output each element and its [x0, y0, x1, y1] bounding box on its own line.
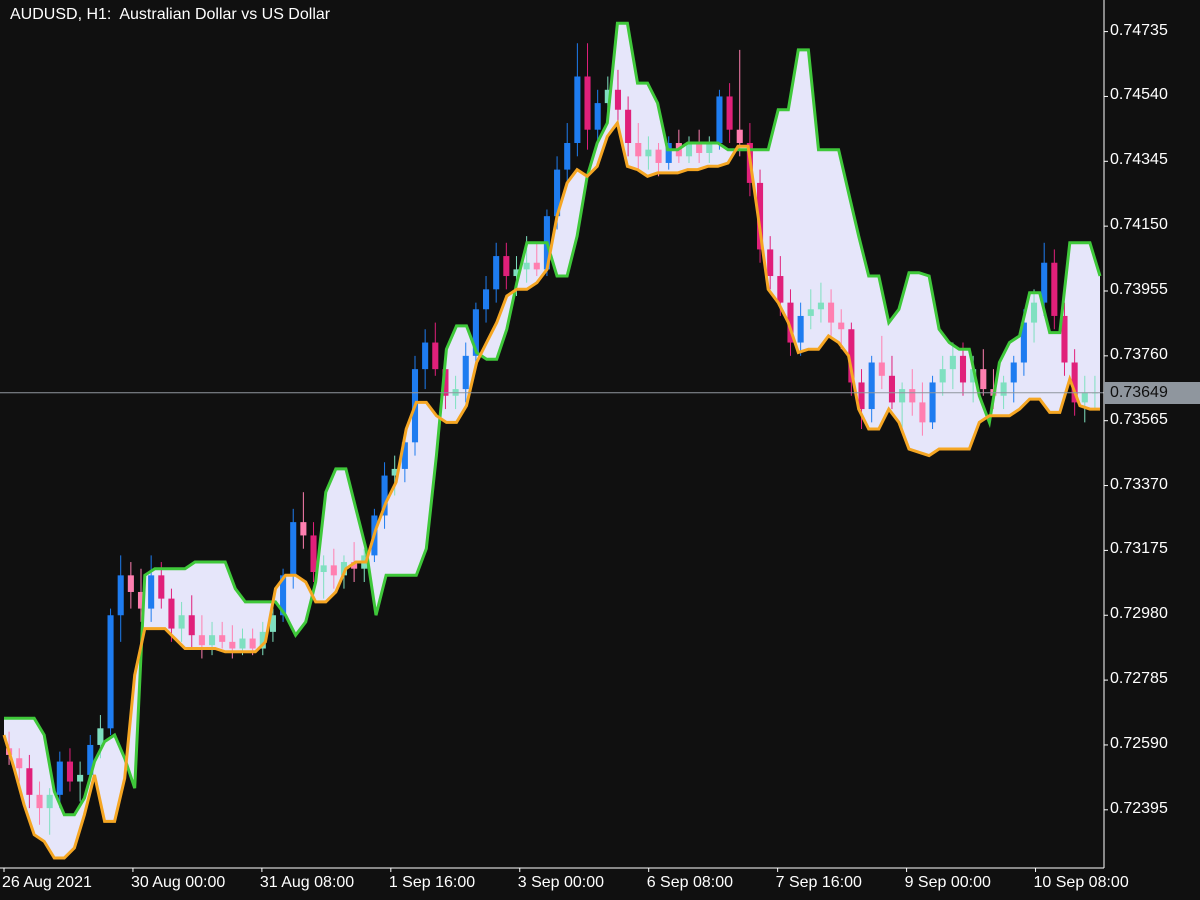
x-tick-label: 6 Sep 08:00 — [646, 874, 733, 891]
candle-body — [77, 774, 84, 782]
candle-body — [817, 302, 824, 310]
candle-body — [178, 615, 185, 629]
candle-body — [198, 635, 205, 646]
candle-body — [564, 143, 571, 170]
candle-body — [46, 794, 53, 809]
candle-body — [219, 635, 226, 642]
candle-body — [1010, 362, 1017, 383]
y-tick-label: 0.72980 — [1110, 605, 1168, 623]
candle-body — [523, 262, 530, 270]
candle-body — [36, 794, 43, 809]
y-tick-label: 0.73955 — [1110, 280, 1168, 298]
x-tick-label: 10 Sep 08:00 — [1033, 874, 1129, 891]
candle-body — [26, 768, 33, 795]
candle-body — [249, 638, 256, 649]
candle-body — [828, 302, 835, 323]
candle-body — [645, 149, 652, 157]
candle-body — [16, 758, 23, 769]
candle-body — [777, 276, 784, 303]
y-tick-label: 0.72785 — [1110, 670, 1168, 688]
candle-body — [959, 355, 967, 383]
x-tick-label: 9 Sep 00:00 — [904, 874, 991, 891]
candle-body — [696, 143, 703, 153]
candle-body — [909, 389, 916, 403]
candle-body — [310, 535, 317, 573]
candle-body — [736, 129, 743, 144]
candle-body — [239, 638, 246, 649]
x-tick-label: 1 Sep 16:00 — [388, 874, 476, 891]
candle-body — [107, 615, 114, 729]
candle-body — [888, 375, 896, 403]
candle-body — [1051, 262, 1058, 316]
candle-body — [899, 389, 906, 403]
y-tick-label: 0.72590 — [1110, 734, 1168, 752]
y-tick-label: 0.73565 — [1110, 410, 1168, 428]
y-tick-label: 0.74150 — [1110, 216, 1168, 234]
candle-body — [503, 256, 510, 277]
chart-title: AUDUSD, H1: Australian Dollar vs US Doll… — [10, 6, 331, 23]
candle-body — [66, 761, 74, 782]
y-tick-label: 0.74540 — [1110, 86, 1168, 104]
candle-body — [300, 522, 307, 536]
x-tick-label: 31 Aug 08:00 — [259, 874, 355, 891]
candle-body — [807, 309, 814, 316]
candle-body — [168, 598, 175, 629]
y-tick-label: 0.73760 — [1110, 345, 1168, 363]
candle-body — [767, 249, 774, 277]
y-tick-label: 0.73175 — [1110, 540, 1168, 558]
candle-body — [493, 256, 500, 290]
candle-body — [229, 641, 236, 649]
candle-body — [584, 76, 591, 130]
candle-body — [1081, 392, 1088, 403]
price-chart[interactable] — [0, 0, 1200, 900]
candle-body — [290, 522, 297, 576]
candle-body — [614, 89, 622, 110]
y-tick-label: 0.74735 — [1110, 21, 1168, 39]
y-tick-label: 0.73370 — [1110, 475, 1168, 493]
candle-body — [878, 362, 885, 376]
candle-body — [868, 362, 875, 410]
candle-body — [635, 143, 642, 157]
candle-body — [117, 575, 124, 616]
candle-body — [533, 262, 540, 270]
candle-body — [158, 575, 165, 599]
candle-body — [1030, 302, 1038, 323]
y-tick-label: 0.74345 — [1110, 151, 1168, 169]
candle-body — [462, 355, 469, 390]
y-tick-label: 0.72395 — [1110, 799, 1168, 817]
candle-body — [949, 355, 956, 370]
candle-body — [594, 103, 601, 130]
candle-body — [716, 96, 723, 144]
candle-body — [330, 565, 337, 576]
candle-body — [838, 322, 845, 330]
candle-body — [422, 342, 429, 370]
x-tick-label: 30 Aug 00:00 — [130, 874, 226, 891]
candle-body — [797, 315, 804, 343]
candle-body — [482, 289, 490, 310]
candle-body — [706, 143, 713, 153]
x-tick-label: 7 Sep 16:00 — [775, 874, 862, 891]
candle-body — [655, 149, 662, 163]
candle-body — [208, 635, 216, 646]
candle-body — [929, 382, 936, 423]
candle-body — [980, 369, 987, 390]
candle-body — [625, 109, 632, 144]
candle-body — [919, 402, 926, 423]
candle-body — [1000, 382, 1007, 396]
candle-body — [432, 342, 439, 370]
candle-body — [188, 615, 195, 636]
candle-body — [56, 761, 63, 795]
candle-body — [726, 96, 733, 130]
candle-body — [127, 575, 134, 592]
candle-body — [148, 575, 155, 609]
x-tick-label: 3 Sep 00:00 — [517, 874, 605, 891]
x-tick-label: 26 Aug 2021 — [2, 874, 92, 891]
candle-body — [574, 76, 581, 144]
current-price-badge: 0.73649 — [1104, 381, 1200, 404]
candle-body — [939, 369, 946, 383]
candle-body — [320, 565, 327, 573]
